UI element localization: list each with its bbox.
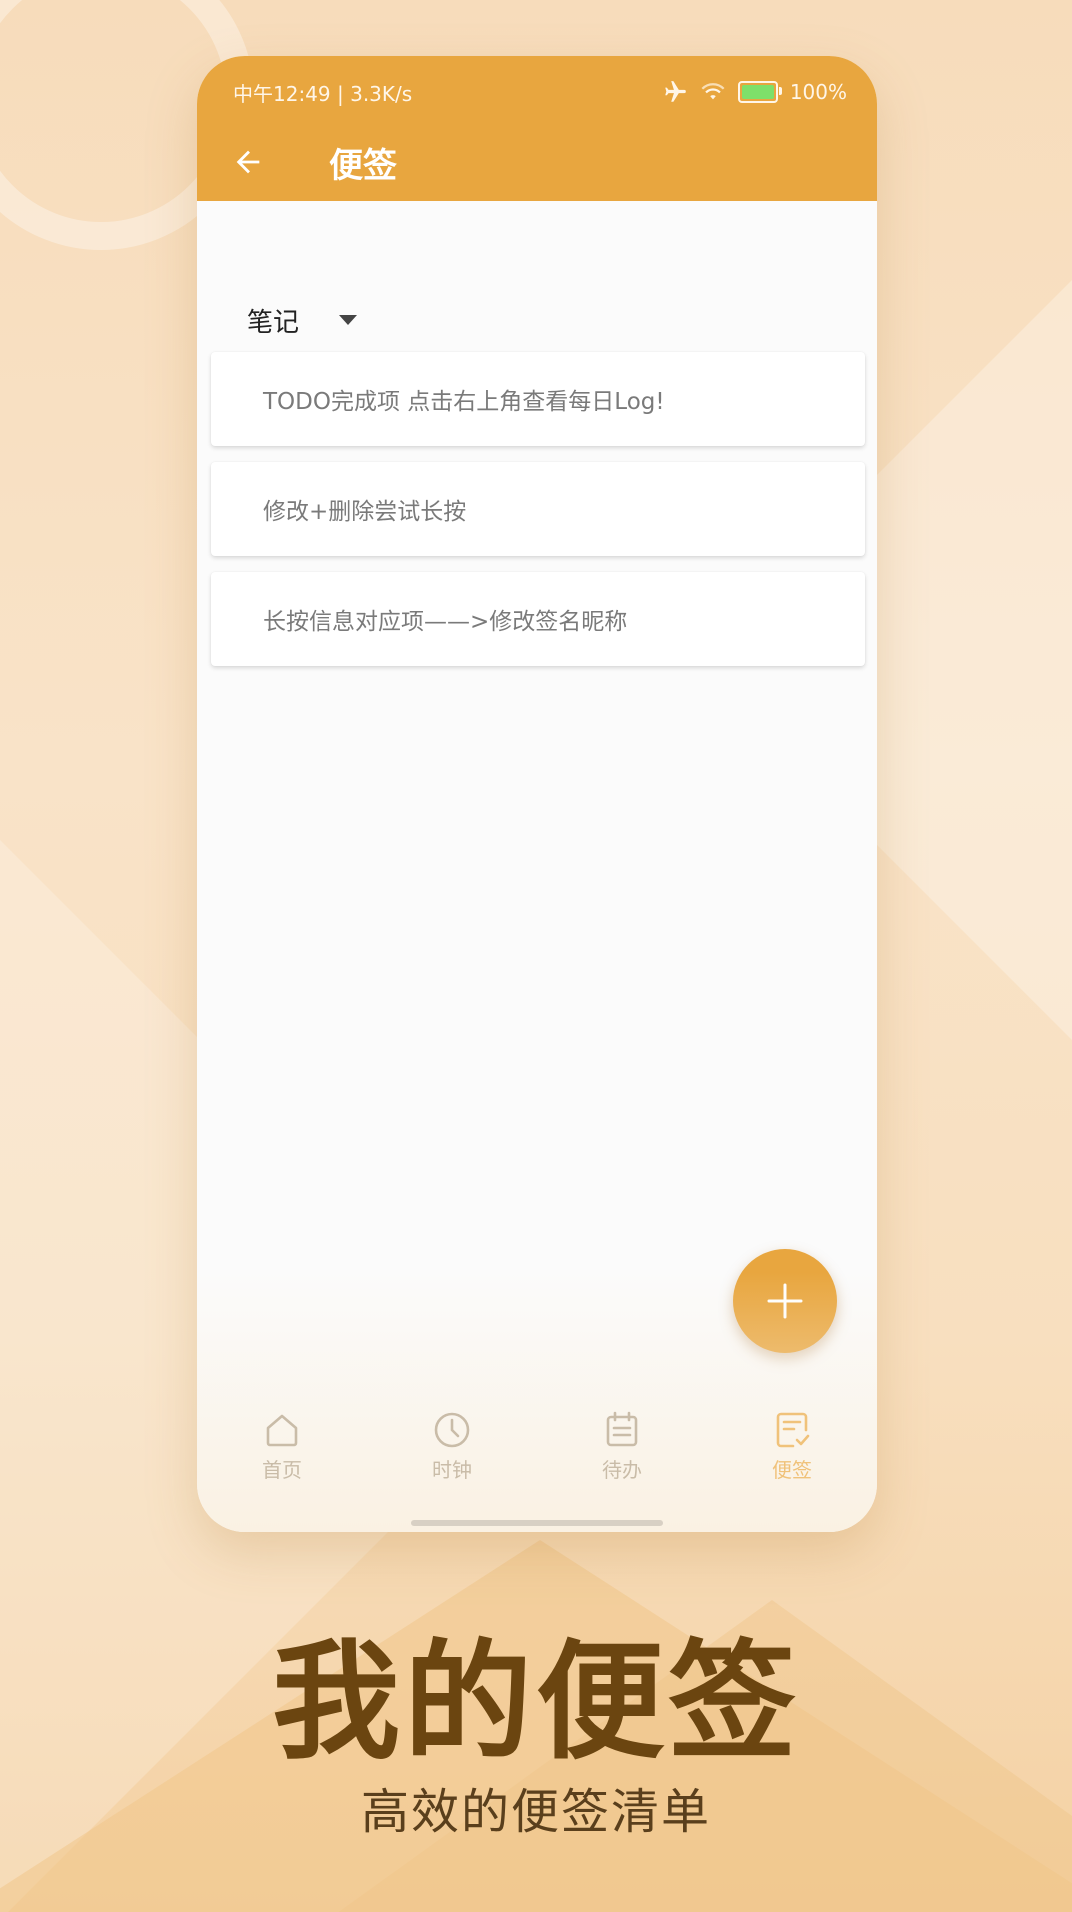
marketing-subline: 高效的便签清单 bbox=[360, 1784, 711, 1840]
nav-label-notes: 便签 bbox=[772, 1458, 812, 1482]
add-note-button[interactable] bbox=[733, 1249, 837, 1353]
note-icon bbox=[770, 1408, 814, 1452]
category-label: 笔记 bbox=[247, 307, 300, 338]
nav-label-clock: 时钟 bbox=[432, 1458, 472, 1482]
wifi-icon bbox=[700, 79, 726, 105]
phone-screen: 中午12:49 | 3.3K/s 100% 便签 笔记 TODO完成项 点击右上… bbox=[197, 56, 877, 1532]
status-time: 中午12:49 | 3.3K/s bbox=[233, 81, 413, 106]
note-item[interactable]: 修改+删除尝试长按 bbox=[211, 462, 865, 556]
app-header: 中午12:49 | 3.3K/s 100% 便签 bbox=[197, 56, 877, 201]
clock-icon bbox=[430, 1408, 474, 1452]
note-text: 修改+删除尝试长按 bbox=[263, 499, 467, 525]
note-text: TODO完成项 点击右上角查看每日Log! bbox=[263, 389, 665, 415]
calendar-icon bbox=[600, 1408, 644, 1452]
category-dropdown[interactable]: 笔记 bbox=[247, 292, 358, 348]
nav-item-home[interactable]: 首页 bbox=[212, 1408, 352, 1518]
plus-icon bbox=[767, 1283, 803, 1319]
battery-icon bbox=[737, 81, 782, 103]
status-icons: 100% bbox=[662, 79, 847, 105]
nav-item-notes[interactable]: 便签 bbox=[722, 1408, 862, 1518]
note-item[interactable]: 长按信息对应项——>修改签名昵称 bbox=[211, 572, 865, 666]
note-text: 长按信息对应项——>修改签名昵称 bbox=[263, 609, 628, 635]
nav-item-todo[interactable]: 待办 bbox=[552, 1408, 692, 1518]
airplane-icon bbox=[662, 79, 688, 105]
status-bar: 中午12:49 | 3.3K/s 100% bbox=[233, 72, 847, 112]
marketing-headline: 我的便签 bbox=[271, 1628, 800, 1777]
back-button[interactable] bbox=[227, 141, 269, 183]
battery-percent: 100% bbox=[789, 80, 847, 104]
nav-item-clock[interactable]: 时钟 bbox=[382, 1408, 522, 1518]
title-row: 便签 bbox=[227, 134, 397, 190]
bottom-navigation: 首页 时钟 待办 便签 bbox=[197, 1408, 877, 1518]
home-icon bbox=[260, 1408, 304, 1452]
caret-down-icon bbox=[339, 315, 358, 325]
nav-label-todo: 待办 bbox=[602, 1458, 642, 1482]
arrow-left-icon bbox=[236, 150, 260, 174]
note-item[interactable]: TODO完成项 点击右上角查看每日Log! bbox=[211, 352, 865, 446]
nav-label-home: 首页 bbox=[262, 1458, 302, 1482]
home-indicator[interactable] bbox=[411, 1520, 663, 1526]
notes-list: TODO完成项 点击右上角查看每日Log! 修改+删除尝试长按 长按信息对应项—… bbox=[211, 352, 865, 682]
page-title: 便签 bbox=[329, 145, 397, 186]
